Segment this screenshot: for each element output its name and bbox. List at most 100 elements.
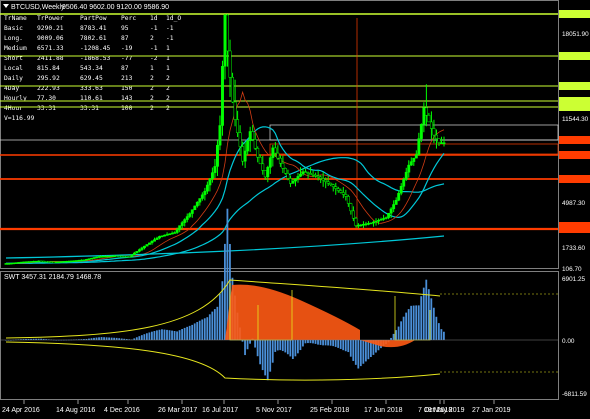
oscillator-bar	[181, 329, 184, 340]
candle-body	[137, 249, 141, 252]
table-cell: -1208.45	[80, 45, 111, 52]
oscillator-bar	[171, 330, 173, 340]
candle-body	[344, 194, 348, 197]
oscillator-bar	[269, 340, 272, 372]
candle-body	[125, 256, 129, 258]
oscillator-bar	[105, 337, 108, 340]
candle-body	[221, 66, 224, 126]
candle-body	[87, 258, 91, 260]
oscillator-bar	[407, 309, 410, 340]
oscillator-bar	[279, 340, 282, 351]
oscillator-bar	[201, 319, 204, 340]
oscillator-bar	[256, 340, 259, 357]
candle-body	[213, 166, 217, 173]
candle-body	[47, 261, 51, 263]
level-tag	[559, 103, 590, 111]
candle-body	[402, 179, 406, 187]
indicator-axis-label: -6811.59	[562, 391, 587, 398]
candle-body	[75, 260, 78, 262]
chart-window[interactable]: BTCUSD,Weekly 9506.40 9602.00 9120.00 95…	[0, 0, 590, 419]
level-tag	[559, 136, 590, 144]
oscillator-bar	[430, 298, 433, 340]
candle-body	[349, 203, 353, 212]
candle-body	[130, 254, 134, 257]
oscillator-bar	[339, 340, 342, 349]
candle-body	[195, 201, 199, 207]
table-header: TrName	[4, 15, 27, 22]
candle-body	[122, 255, 126, 258]
oscillator-bar	[284, 340, 287, 353]
candle-body	[372, 221, 375, 224]
candle-body	[304, 171, 308, 173]
candle-body	[95, 256, 99, 259]
table-cell: Basic	[4, 25, 23, 32]
table-header: Perc	[121, 15, 136, 22]
candle-body	[210, 172, 214, 180]
table-cell: 6571.33	[37, 45, 64, 52]
oscillator-bar	[281, 340, 284, 352]
candle-body	[42, 260, 46, 263]
oscillator-bar	[364, 340, 367, 362]
candle-body	[246, 140, 250, 152]
oscillator-bar	[259, 340, 262, 365]
oscillator-bar	[289, 340, 292, 357]
candle-body	[276, 152, 280, 159]
candle-body	[324, 179, 328, 182]
candle-body	[22, 261, 26, 264]
candle-body	[85, 259, 89, 261]
candle-body	[218, 125, 222, 146]
candle-body	[72, 260, 76, 262]
oscillator-bar	[178, 330, 181, 340]
candle-body	[9, 262, 13, 265]
oscillator-bar	[254, 340, 257, 348]
candle-body	[319, 176, 323, 179]
candle-body	[67, 260, 71, 263]
candle-body	[321, 178, 325, 181]
candle-body	[190, 209, 194, 214]
oscillator-bar	[390, 337, 392, 340]
candle-body	[369, 222, 373, 225]
table-cell: Local	[4, 65, 23, 72]
price-label: 106.70	[562, 266, 582, 273]
table-cell: 543.34	[80, 65, 103, 72]
candle-body	[193, 205, 197, 210]
candle-body	[429, 121, 433, 129]
candle-body	[238, 132, 242, 147]
candle-body	[387, 212, 391, 218]
candle-body	[248, 131, 252, 141]
candle-body	[233, 101, 237, 120]
table-cell: 7802.61	[80, 35, 107, 42]
oscillator-bar	[218, 293, 221, 340]
candle-body	[404, 171, 408, 180]
candle-body	[288, 178, 292, 184]
table-header: 1d_O	[166, 15, 181, 22]
oscillator-bar	[417, 305, 420, 340]
level-tag	[559, 82, 590, 90]
oscillator-bar	[188, 325, 191, 340]
candle-body	[273, 147, 277, 154]
time-axis: 24 Apr 2016 14 Aug 2016 4 Dec 2016 26 Mar 2…	[2, 400, 511, 414]
candle-body	[57, 261, 61, 263]
candle-body	[437, 138, 441, 143]
candle-body	[155, 237, 159, 240]
candle-body	[261, 163, 265, 171]
oscillator-bar	[349, 340, 352, 357]
price-label: 11544.30	[562, 116, 589, 123]
candle-body	[165, 234, 169, 236]
candle-body	[173, 232, 177, 234]
candle-body	[228, 50, 232, 78]
candle-body	[27, 261, 31, 263]
oscillator-bar	[95, 337, 98, 340]
oscillator-bar	[266, 340, 269, 381]
oscillator-bar	[203, 318, 206, 340]
candle-body	[336, 188, 340, 191]
candle-body	[24, 261, 28, 263]
oscillator-bar	[319, 340, 322, 345]
candle-body	[19, 261, 23, 264]
candle-body	[374, 220, 378, 223]
time-label: 17 Jun 2018	[364, 407, 403, 414]
oscillator-bar	[145, 333, 148, 340]
time-label: 14 Aug 2016	[56, 407, 95, 414]
oscillator-bar	[224, 243, 226, 340]
candle-body	[148, 242, 151, 245]
